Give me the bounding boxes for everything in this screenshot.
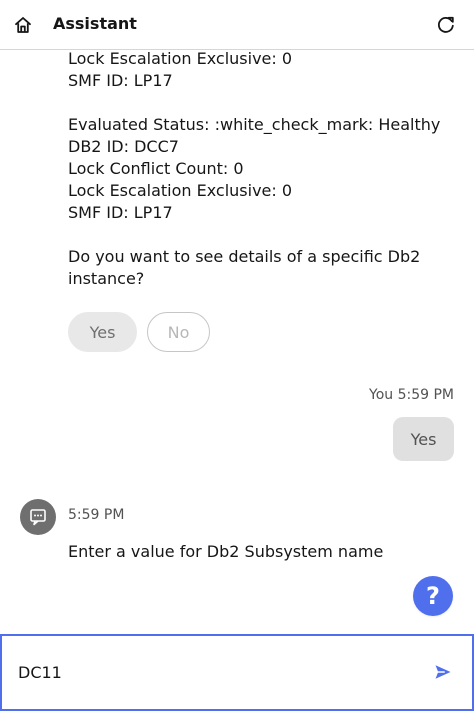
user-message-meta: You 5:59 PM [369,387,454,403]
response-options: Yes No [68,312,210,352]
chat-assistant-icon [30,509,46,526]
no-option-button[interactable]: No [147,312,210,352]
send-button[interactable] [432,661,454,683]
home-button[interactable] [10,12,36,38]
header-title: Assistant [53,14,137,33]
message-line: Evaluated Status: :white_check_mark: Hea… [68,115,441,134]
bot-message: Lock Escalation Exclusive: 0 SMF ID: LP1… [68,50,458,290]
message-line: instance? [68,269,145,288]
header: Assistant [0,0,474,50]
refresh-button[interactable] [434,13,458,37]
conversation-area[interactable]: Lock Escalation Exclusive: 0 SMF ID: LP1… [0,50,474,634]
assistant-message-time: 5:59 PM [68,507,125,523]
composer-focus-border [0,636,2,711]
message-line: SMF ID: LP17 [68,203,173,222]
assistant-avatar [20,499,56,535]
user-message-bubble: Yes [393,417,454,461]
assistant-panel: Assistant Lock Escalation Exclusive: 0 S… [0,0,474,711]
message-line: SMF ID: LP17 [68,71,173,90]
message-line: Lock Conflict Count: 0 [68,159,244,178]
yes-option-button[interactable]: Yes [68,312,137,352]
message-line: DB2 ID: DCC7 [68,137,179,156]
help-icon: ? [426,582,440,610]
refresh-icon [437,16,454,33]
message-input[interactable] [18,656,388,688]
send-icon [435,665,451,679]
assistant-message-text: Enter a value for Db2 Subsystem name [68,542,384,561]
message-line: Lock Escalation Exclusive: 0 [68,181,293,200]
home-icon [15,17,31,33]
message-composer [0,634,474,711]
help-button[interactable]: ? [413,576,453,616]
message-line: Do you want to see details of a specific… [68,247,421,266]
message-line: Lock Escalation Exclusive: 0 [68,50,293,68]
